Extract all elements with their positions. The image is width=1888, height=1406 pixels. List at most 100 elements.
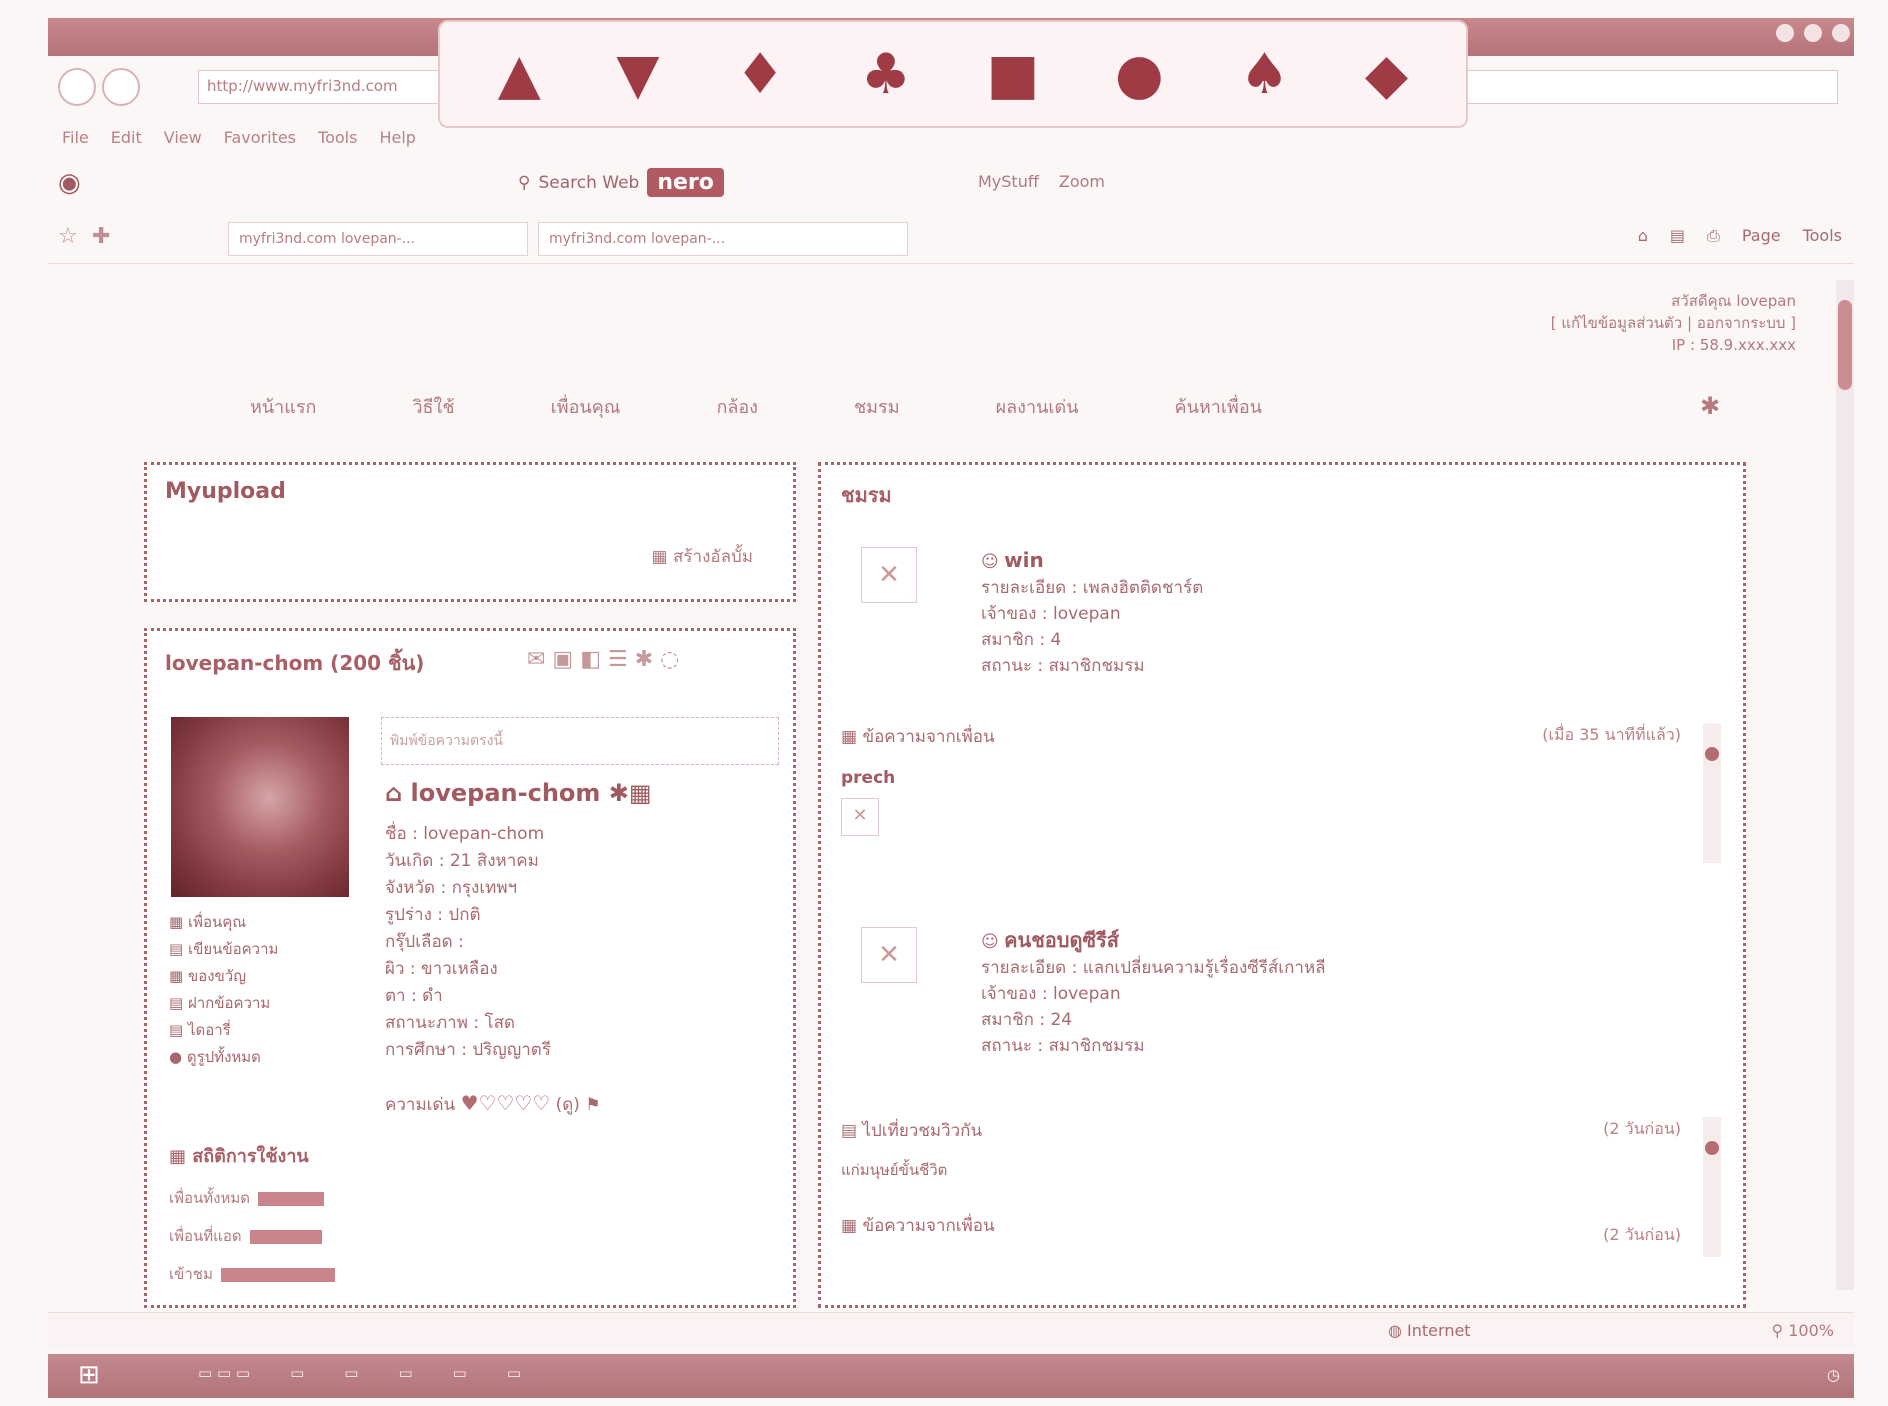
page-scrollbar[interactable] [1836,280,1854,1290]
back-button[interactable] [58,68,96,106]
user-ip: IP : 58.9.xxx.xxx [1671,336,1796,354]
club-post: ▦ ข้อความจากเพื่อน (เมื่อ 35 นาทีที่แล้ว… [841,723,1721,873]
nav-home[interactable]: หน้าแรก [250,392,316,421]
side-link-friends[interactable]: ▦ เพื่อนคุณ [169,909,278,936]
zoom-level[interactable]: ⚲ 100% [1771,1321,1834,1340]
side-link-diary[interactable]: ▤ ไดอารี่ [169,1017,278,1044]
post-title[interactable]: ไปเที่ยวชมวิวกัน [862,1121,982,1141]
profile-side-links: ▦ เพื่อนคุณ ▤ เขียนข้อความ ▦ ของขวัญ ▤ ฝ… [169,909,278,1071]
dress-icon: ♦ [734,41,786,107]
tab-1[interactable]: myfri3nd.com lovepan-... [228,222,528,256]
nav-search-friends[interactable]: ค้นหาเพื่อน [1175,392,1262,421]
nav-howto[interactable]: วิธีใช้ [412,392,454,421]
nav-camera[interactable]: กล้อง [716,392,758,421]
taskbar-item[interactable]: ▭ [290,1364,304,1382]
add-favorites-icon[interactable]: ✚ [92,224,110,249]
clubs-title: ชมรม [841,483,892,507]
search-web[interactable]: ⚲ Search Web nero [518,168,724,197]
post-body: แก่มนุษย์ขั้นชีวิต [841,1161,948,1179]
profile-details: ชื่อ : lovepan-chom วันเกิด : 21 สิงหาคม… [385,821,551,1064]
club-item[interactable]: ✕ ☺ win รายละเอียด : เพลงฮิตติดชาร์ต เจ้… [841,547,1721,677]
taskbar-item[interactable]: ▭ ▭ ▭ [198,1364,250,1382]
user-info: สวัสดีคุณ lovepan [ แก้ไขข้อมูลส่วนตัว |… [1551,290,1796,356]
side-link-gift[interactable]: ▦ ของขวัญ [169,963,278,990]
taskbar-item[interactable]: ▭ [453,1364,467,1382]
taskbar-item[interactable]: ▭ [398,1364,412,1382]
menu-edit[interactable]: Edit [111,128,142,147]
nav-clubs[interactable]: ชมรม [854,392,900,421]
tray-clock-icon[interactable]: ◷ [1827,1366,1840,1384]
club-icon: ☺ [981,552,1005,572]
heart-icons: ♥♡♡♡♡ [460,1091,551,1115]
status-input[interactable]: พิมพ์ข้อความตรงนี้ [381,717,779,765]
side-link-note[interactable]: ▤ ฝากข้อความ [169,990,278,1017]
print-icon[interactable]: ⎙ [1707,226,1720,246]
stat-bar [220,1267,335,1282]
flag-icon[interactable]: ⚑ [585,1095,600,1115]
start-button-icon[interactable]: ⊞ [78,1360,100,1390]
page-menu[interactable]: Page [1742,226,1781,246]
club-status: สถานะ : สมาชิกชมรม [981,1036,1145,1056]
menu-help[interactable]: Help [379,128,415,147]
badge-icon: ✱▦ [608,779,652,807]
home-icon[interactable]: ⌂ [1638,226,1648,246]
bag-icon: ▲ [497,41,541,107]
toolbar-logo-icon[interactable]: ◉ [58,168,81,198]
club-name[interactable]: win [1004,548,1044,572]
mystuff-button[interactable]: MyStuff [978,172,1039,191]
club-item[interactable]: ✕ ☺ คนชอบดูซีรีส์ รายละเอียด : แลกเปลี่ย… [841,927,1721,1057]
page-scrollbar-thumb[interactable] [1838,300,1852,390]
club-thumb-icon[interactable]: ✕ [861,927,917,983]
post-scrollbar[interactable] [1703,1117,1721,1257]
nav-star-icon[interactable]: ✱ [1700,392,1720,420]
nav-friends[interactable]: เพื่อนคุณ [551,392,621,421]
post-body: prech [841,768,896,788]
popularity-view-link[interactable]: (ดู) [556,1095,580,1115]
club-info: ☺ win รายละเอียด : เพลงฮิตติดชาร์ต เจ้าข… [981,547,1203,679]
club-name[interactable]: คนชอบดูซีรีส์ [1004,928,1119,952]
close-icon[interactable] [1832,24,1850,42]
taskbar-item[interactable]: ▭ [344,1364,358,1382]
favorites-star-icon[interactable]: ☆ [58,224,78,249]
post-title[interactable]: ข้อความจากเพื่อน [862,1216,994,1236]
fruit-icon: ◆ [1365,41,1409,107]
search-icon: ⚲ [518,172,531,193]
tools-menu[interactable]: Tools [1803,226,1842,246]
user-icon: ⌂ [385,779,403,807]
post-title[interactable]: ข้อความจากเพื่อน [862,727,994,747]
post-scrollbar[interactable] [1703,723,1721,863]
browser-search-input[interactable] [1428,70,1838,104]
club-info: ☺ คนชอบดูซีรีส์ รายละเอียด : แลกเปลี่ยนค… [981,927,1326,1059]
command-bar: ⌂ ▤ ⎙ Page Tools [1638,226,1842,246]
lantern-icon: ♣ [860,41,911,107]
menu-file[interactable]: File [62,128,89,147]
club-thumb-icon[interactable]: ✕ [861,547,917,603]
stats-icon: ▦ [169,1146,193,1167]
zoom-button[interactable]: Zoom [1059,172,1105,191]
menu-bar: File Edit View Favorites Tools Help [62,128,416,147]
taskbar-item[interactable]: ▭ [507,1364,521,1382]
user-links[interactable]: [ แก้ไขข้อมูลส่วนตัว | ออกจากระบบ ] [1551,312,1796,334]
nero-button[interactable]: nero [647,168,724,197]
feeds-icon[interactable]: ▤ [1670,226,1685,246]
forward-button[interactable] [102,68,140,106]
side-link-photos[interactable]: ● ดูรูปทั้งหมด [169,1044,278,1071]
nav-featured[interactable]: ผลงานเด่น [996,392,1079,421]
menu-view[interactable]: View [164,128,202,147]
post-image-icon[interactable]: ✕ [841,798,879,836]
menu-tools[interactable]: Tools [318,128,357,147]
banner-ad[interactable]: ▲ ▼ ♦ ♣ ■ ● ♠ ◆ [438,20,1468,128]
maximize-icon[interactable] [1804,24,1822,42]
tab-2[interactable]: myfri3nd.com lovepan-... [538,222,908,256]
minimize-icon[interactable] [1776,24,1794,42]
profile-action-icons[interactable]: ✉ ▣ ◧ ☰ ✱ ◌ [527,647,679,672]
avatar[interactable] [171,717,349,897]
stat-row: เพื่อนที่แอด [169,1217,335,1255]
club-detail: รายละเอียด : แลกเปลี่ยนความรู้เรื่องซีรี… [981,958,1326,978]
menu-favorites[interactable]: Favorites [224,128,296,147]
side-link-message[interactable]: ▤ เขียนข้อความ [169,936,278,963]
profile-username: ⌂ lovepan-chom ✱▦ [385,779,652,807]
profile-panel: lovepan-chom (200 ชิ้น) ✉ ▣ ◧ ☰ ✱ ◌ พิมพ… [144,628,796,1308]
create-album-button[interactable]: ▦ สร้างอัลบั้ม [652,543,753,570]
window-controls[interactable] [1776,24,1850,42]
